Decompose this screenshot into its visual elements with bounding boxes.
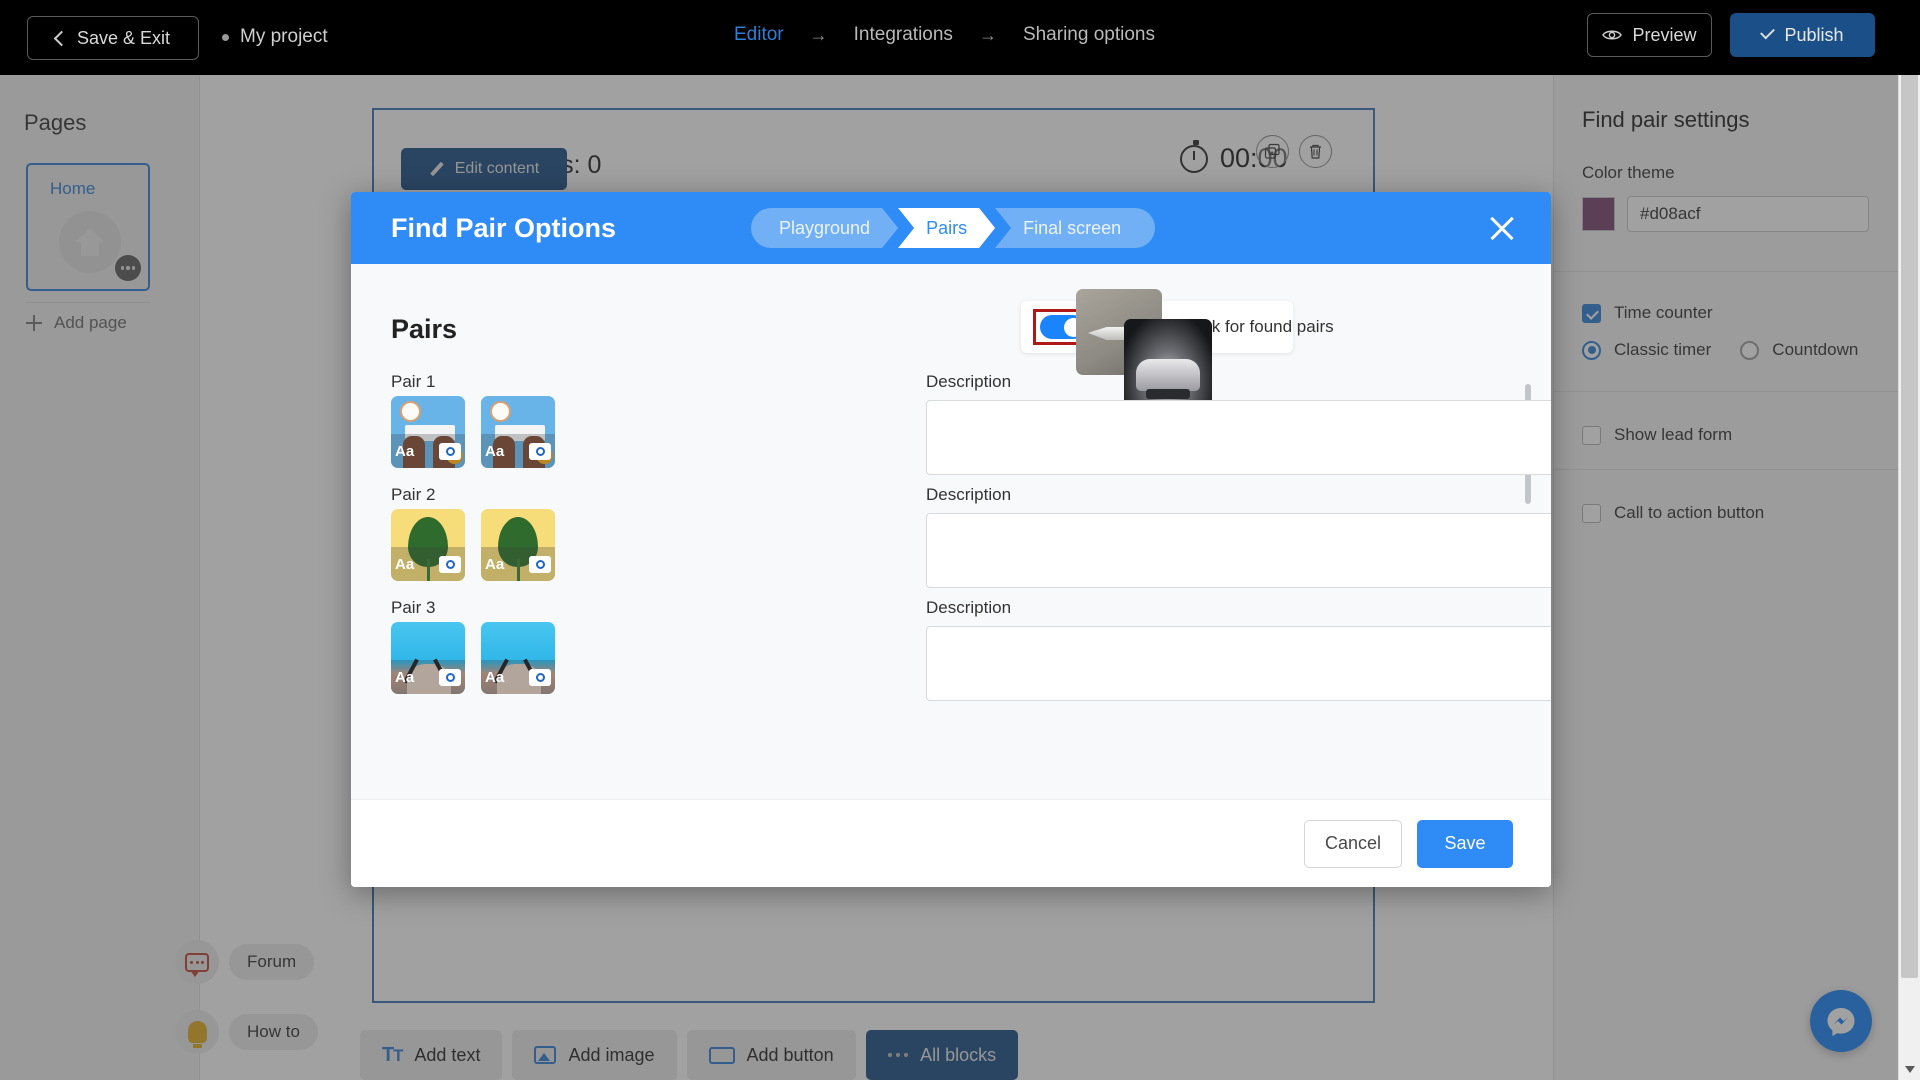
triangle-down-icon <box>1905 1065 1915 1073</box>
pair-label: Pair 1 <box>391 372 436 391</box>
description-label: Description <box>926 598 1012 617</box>
camera-icon <box>445 672 455 682</box>
pair-row: Pair 3 Aa Aa Description <box>351 598 1551 711</box>
find-pair-options-modal: Find Pair Options Playground Pairs Final… <box>351 192 1551 887</box>
nav-step-integrations[interactable]: Integrations <box>840 24 967 46</box>
thumb-text-button[interactable]: Aa <box>395 443 414 460</box>
modal-footer: Cancel Save <box>351 799 1551 887</box>
page-scrollbar[interactable] <box>1898 0 1920 1080</box>
pair-thumbnail[interactable]: Aa <box>481 509 555 581</box>
thumb-art-cup <box>400 401 421 422</box>
pair-description-group: Description <box>926 598 1551 701</box>
nav-step-editor[interactable]: Editor <box>720 24 798 46</box>
project-name-label: My project <box>240 26 328 47</box>
cancel-button[interactable]: Cancel <box>1304 819 1402 868</box>
preview-button[interactable]: Preview <box>1587 13 1712 57</box>
close-icon[interactable] <box>1487 213 1517 243</box>
camera-icon <box>535 559 545 569</box>
thumb-controls: Aa <box>481 660 555 694</box>
camera-icon <box>445 559 455 569</box>
pair-label: Pair 3 <box>391 598 436 617</box>
publish-label: Publish <box>1784 24 1844 45</box>
modal-step-pairs[interactable]: Pairs <box>898 208 995 248</box>
chevron-left-icon <box>53 30 70 46</box>
thumb-text-button[interactable]: Aa <box>485 443 504 460</box>
preview-label: Preview <box>1632 24 1697 45</box>
camera-icon <box>535 672 545 682</box>
thumb-text-button[interactable]: Aa <box>395 669 414 686</box>
status-dot-icon <box>222 33 229 41</box>
nav-step-sharing-options[interactable]: Sharing options <box>1009 24 1169 46</box>
thumb-controls: Aa <box>481 434 555 468</box>
top-nav-steps: Editor → Integrations → Sharing options <box>720 24 1169 46</box>
description-label: Description <box>926 372 1012 391</box>
save-and-exit-button[interactable]: Save & Exit <box>27 16 199 60</box>
pair-thumbnails: Aa Aa <box>391 396 555 468</box>
pair-thumbnail[interactable]: Aa <box>481 622 555 694</box>
thumb-controls: Aa <box>391 434 465 468</box>
camera-icon <box>535 446 545 456</box>
pair-thumbnail[interactable]: Aa <box>481 396 555 468</box>
eye-icon <box>1602 30 1623 40</box>
publish-button[interactable]: Publish <box>1730 13 1875 57</box>
pairs-list: Pair 1 Aa Aa Description Pair 2 Aa Aa De… <box>351 372 1551 799</box>
description-input[interactable] <box>926 400 1551 475</box>
description-input[interactable] <box>926 626 1551 701</box>
camera-icon <box>445 446 455 456</box>
description-input[interactable] <box>926 513 1551 588</box>
nav-arrow-icon-1: → <box>809 24 828 45</box>
thumb-camera-button[interactable] <box>439 668 461 686</box>
thumb-controls: Aa <box>391 660 465 694</box>
thumb-camera-button[interactable] <box>529 442 551 460</box>
check-icon <box>1760 24 1776 40</box>
thumb-controls: Aa <box>481 547 555 581</box>
modal-title: Find Pair Options <box>391 212 617 243</box>
pair-row: Pair 1 Aa Aa Description <box>351 372 1551 485</box>
pair-description-group: Description <box>926 485 1551 588</box>
thumb-camera-button[interactable] <box>529 555 551 573</box>
thumb-camera-button[interactable] <box>439 555 461 573</box>
pairs-section-heading: Pairs <box>391 314 458 344</box>
thumb-text-button[interactable]: Aa <box>485 669 504 686</box>
modal-header: Find Pair Options Playground Pairs Final… <box>351 192 1551 264</box>
pair-thumbnails: Aa Aa <box>391 622 555 694</box>
thumb-text-button[interactable]: Aa <box>395 556 414 573</box>
thumb-camera-button[interactable] <box>529 668 551 686</box>
project-name[interactable]: My project <box>222 26 328 48</box>
pair-thumbnails: Aa Aa <box>391 509 555 581</box>
pair-thumbnail[interactable]: Aa <box>391 622 465 694</box>
save-button[interactable]: Save <box>1417 819 1513 868</box>
pair-thumbnail[interactable]: Aa <box>391 509 465 581</box>
scrollbar-thumb[interactable] <box>1901 28 1918 978</box>
scroll-down-button[interactable] <box>1899 1058 1920 1080</box>
thumb-controls: Aa <box>391 547 465 581</box>
modal-step-playground[interactable]: Playground <box>751 208 898 248</box>
pair-row: Pair 2 Aa Aa Description <box>351 485 1551 598</box>
pair-description-group: Description <box>926 372 1551 475</box>
modal-body: Pairs Show feedback for found pairs Pair… <box>351 264 1551 799</box>
nav-arrow-icon-2: → <box>978 24 997 45</box>
modal-steps: Playground Pairs Final screen <box>751 208 1156 248</box>
pair-label: Pair 2 <box>391 485 436 504</box>
description-label: Description <box>926 485 1012 504</box>
modal-step-final-screen[interactable]: Final screen <box>995 208 1156 248</box>
thumb-text-button[interactable]: Aa <box>485 556 504 573</box>
thumb-camera-button[interactable] <box>439 442 461 460</box>
pair-thumbnail[interactable]: Aa <box>391 396 465 468</box>
top-bar: Save & Exit My project Editor → Integrat… <box>0 0 1920 75</box>
save-and-exit-label: Save & Exit <box>76 27 171 48</box>
thumb-art-cup <box>490 401 511 422</box>
